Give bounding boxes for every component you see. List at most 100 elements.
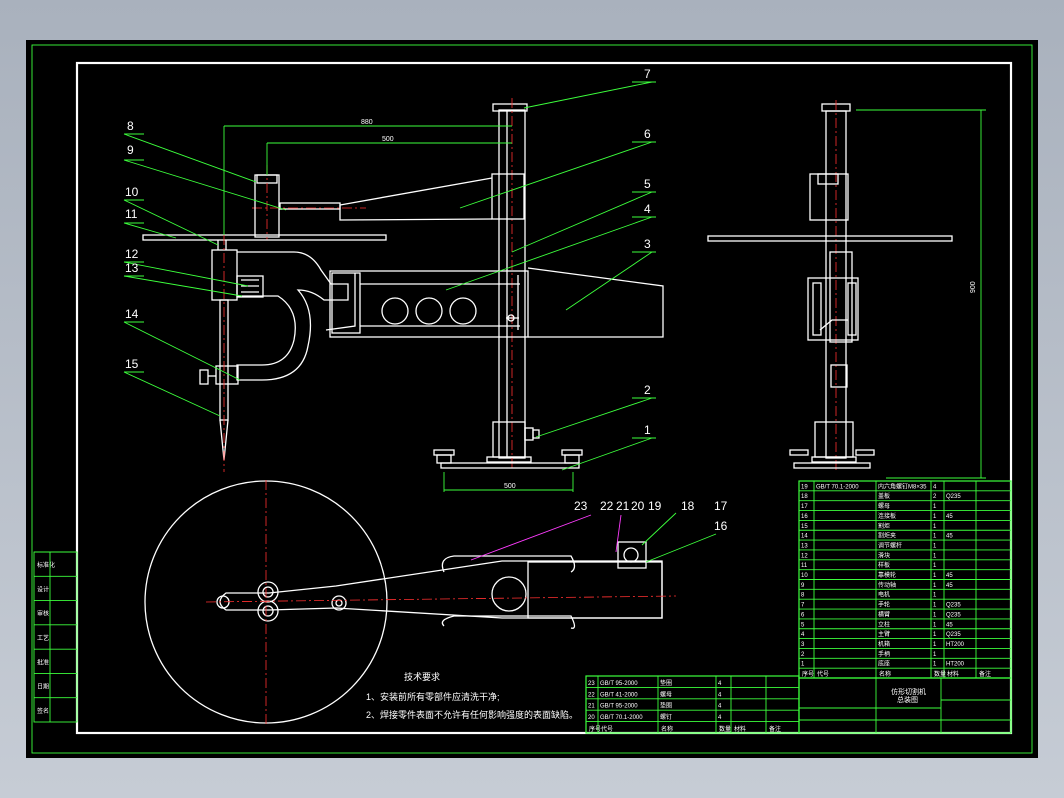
tech-req-2: 2、焊接零件表面不允许有任何影响强度的表面缺陷。: [366, 709, 578, 720]
tech-req-title: 技术要求: [404, 671, 440, 682]
bom-cell: 45: [946, 534, 953, 540]
bom-cell: 1: [801, 662, 805, 668]
bom-small-header: 名称: [661, 725, 673, 733]
bom-cell: 1: [933, 524, 937, 530]
bom-small-header: 数量: [719, 725, 731, 733]
bom-small-cell: 垫圈: [660, 679, 672, 687]
part-label-7: 7: [644, 67, 651, 81]
upper-arm: [339, 177, 493, 221]
bom-cell: 3: [801, 642, 805, 648]
part-label-12: 12: [125, 247, 139, 261]
bom-cell: 1: [933, 534, 937, 540]
left-strip-label: 批准: [37, 658, 49, 666]
front-view: 880 500 500: [142, 98, 664, 492]
bom-cell: 6: [801, 612, 805, 618]
bom-cell: 12: [801, 553, 808, 559]
bom-cell: HT200: [946, 642, 965, 648]
side-view: 900: [707, 100, 986, 479]
bom-cell: 螺母: [878, 502, 890, 510]
left-strip-label: 审核: [37, 610, 49, 618]
arm-sleeve: [491, 173, 525, 220]
drawing-subtitle: 总装图: [897, 695, 918, 704]
bom-cell: 1: [933, 563, 937, 569]
bom-small-cell: 21: [588, 704, 595, 710]
bom-cell: 15: [801, 524, 808, 530]
drawing-title: 仿形切割机: [891, 687, 926, 696]
bom-small-cell: 23: [588, 681, 595, 687]
bom-cell: 14: [801, 534, 808, 540]
drawing-sheet: 880 500 500 900 1 2 3 4 5 6 7 8 9 10 11 …: [26, 40, 1038, 758]
bom-small-cell: 20: [588, 715, 595, 721]
dimension-880: 880: [361, 119, 373, 126]
bom-cell: 11: [801, 563, 808, 569]
bom-cell: 17: [801, 504, 808, 510]
bom-cell: 2: [801, 652, 805, 658]
left-strip-label: 日期: [37, 683, 49, 691]
bom-header: 序号: [802, 670, 814, 678]
bom-cell: 手柄: [878, 650, 890, 658]
part-label-18: 18: [681, 499, 695, 513]
bom-cell: 电机: [878, 591, 890, 599]
technical-requirements: 技术要求 1、安装前所有零部件应清洗干净; 2、焊接零件表面不允许有任何影响强度…: [366, 671, 578, 720]
bom-small-cell: GB/T 95-2000: [600, 704, 638, 710]
bom-cell: 10: [801, 573, 808, 579]
cad-viewport: 880 500 500 900 1 2 3 4 5 6 7 8 9 10 11 …: [0, 0, 1064, 798]
bom-cell: 手轮: [878, 601, 890, 609]
bom-cell: 13: [801, 543, 808, 549]
bom-header: 名称: [879, 670, 891, 678]
bom-cell: 机箱: [878, 640, 890, 648]
top-arm: [219, 560, 663, 619]
part-label-17: 17: [714, 499, 728, 513]
left-strip-label: 标准化: [37, 561, 55, 569]
part-label-20: 20: [631, 499, 645, 513]
bom-cell: 样板: [878, 561, 890, 569]
tech-req-1: 1、安装前所有零部件应清洗干净;: [366, 691, 500, 702]
bom-small-cell: 22: [588, 692, 595, 698]
bom-cell: 2: [933, 494, 937, 500]
bom-small-cell: GB/T 95-2000: [600, 681, 638, 687]
part-label-21: 21: [616, 499, 630, 513]
bom-small-cell: GB/T 70.1-2000: [600, 715, 643, 721]
bom-small-header: 材料: [734, 725, 746, 733]
bom-cell: Q235: [946, 612, 961, 618]
bom-cell: 立柱: [878, 620, 890, 628]
part-label-2: 2: [644, 383, 651, 397]
bom-header: 数量: [934, 670, 946, 678]
bom-cell: 割炬夹: [878, 532, 896, 540]
bom-small-cell: 4: [718, 681, 722, 687]
part-label-23: 23: [574, 499, 588, 513]
bom-cell: 45: [946, 622, 953, 628]
bom-cell: 连接板: [878, 512, 896, 520]
bom-cell: 内六角螺钉M8×35: [878, 482, 927, 490]
part-label-13: 13: [125, 261, 139, 275]
bom-cell: 19: [801, 484, 808, 490]
bom-cell: 7: [801, 603, 805, 609]
bom-cell: 传动轴: [878, 581, 896, 589]
bom-small-cell: 4: [718, 692, 722, 698]
dimension-side-height: 900: [970, 281, 977, 293]
bom-cell: 横臂: [878, 610, 890, 618]
bom-cell: 1: [933, 543, 937, 549]
bom-small-cell: 4: [718, 715, 722, 721]
part-label-10: 10: [125, 185, 139, 199]
bom-small-header: 备注: [769, 725, 781, 733]
bom-small-cell: 4: [718, 704, 722, 710]
assembly-drawing: 880 500 500 900 123456789101112131415161…: [31, 44, 1033, 754]
inner-frame: [75, 61, 1013, 735]
base-plate: [440, 462, 580, 469]
part-label-15: 15: [125, 357, 139, 371]
bom-header: 备注: [979, 670, 991, 678]
bom-cell: 靠模轮: [878, 571, 896, 579]
bom-cell: 1: [933, 622, 937, 628]
bom-cell: 1: [933, 553, 937, 559]
bom-cell: 45: [946, 583, 953, 589]
column-base: [492, 421, 526, 458]
bom-cell: 1: [933, 632, 937, 638]
bom-cell: 滑块: [878, 551, 890, 559]
bom-cell: 1: [933, 573, 937, 579]
bom-cell: 1: [933, 593, 937, 599]
bom-cell: Q235: [946, 632, 961, 638]
bom-cell: 主臂: [878, 630, 890, 638]
bom-cell: 45: [946, 573, 953, 579]
bom-small-header: 代号: [601, 725, 613, 733]
